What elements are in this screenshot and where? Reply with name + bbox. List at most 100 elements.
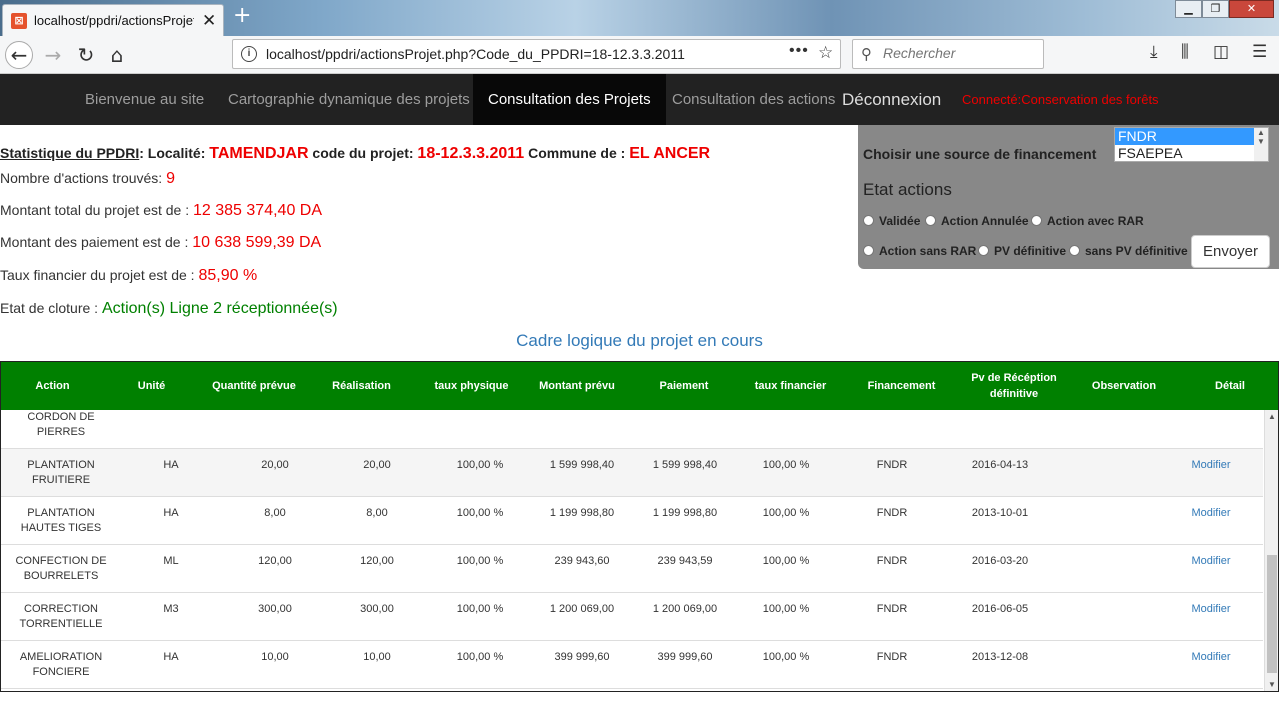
col-header-pv: Pv de Récéption définitive bbox=[971, 372, 1057, 400]
cell-quantite: 10,00 bbox=[261, 651, 289, 663]
cell-pv: 2013-10-01 bbox=[971, 507, 1029, 519]
cell-quantite: 300,00 bbox=[258, 603, 292, 615]
envoyer-button[interactable]: Envoyer bbox=[1191, 235, 1270, 268]
site-navbar: Bienvenue au site Cartographie dynamique… bbox=[0, 74, 1279, 125]
cell-financement: FNDR bbox=[876, 651, 908, 663]
scroll-thumb[interactable] bbox=[1267, 555, 1277, 673]
option-fndr[interactable]: FNDR bbox=[1115, 128, 1268, 145]
download-icon[interactable]: ⤓ bbox=[1150, 42, 1158, 62]
cell-montant: 1 200 069,00 bbox=[549, 603, 615, 615]
page-actions-icon[interactable]: ••• bbox=[789, 42, 809, 60]
cell-taux-physique: 100,00 % bbox=[456, 507, 504, 519]
close-tab-icon[interactable]: ✕ bbox=[202, 11, 216, 31]
maximize-window-icon[interactable]: ❐ bbox=[1202, 0, 1229, 18]
scroll-up-icon[interactable]: ▲ bbox=[1265, 412, 1278, 421]
modifier-link[interactable]: Modifier bbox=[1161, 506, 1261, 521]
cell-realisation: 10,00 bbox=[363, 651, 391, 663]
modifier-link[interactable]: Modifier bbox=[1161, 650, 1261, 665]
url-text[interactable]: localhost/ppdri/actionsProjet.php?Code_d… bbox=[266, 46, 685, 62]
tab-title: localhost/ppdri/actionsProjet.p bbox=[34, 13, 194, 28]
sidebar-icon[interactable]: ◫ bbox=[1213, 42, 1229, 62]
forward-arrow-icon[interactable]: → bbox=[39, 41, 67, 69]
taux-line: Taux financier du projet est de : 85,90 … bbox=[0, 267, 257, 285]
radio-circle-icon[interactable] bbox=[925, 215, 936, 226]
cell-financement: FNDR bbox=[876, 459, 908, 471]
nav-item-bienvenue[interactable]: Bienvenue au site bbox=[85, 74, 204, 125]
logout-link[interactable]: Déconnexion bbox=[842, 74, 941, 125]
stats-title: Statistique du PPDRI bbox=[0, 145, 140, 161]
localite-value: TAMENDJAR bbox=[209, 145, 309, 162]
cell-action: PLANTATION FRUITIERE bbox=[27, 459, 95, 486]
actions-table: Action Unité Quantité prévue Réalisation… bbox=[0, 361, 1279, 692]
radio-annulee[interactable]: Action Annulée bbox=[925, 214, 1029, 228]
radio-validee[interactable]: Validée bbox=[863, 214, 920, 228]
nb-actions-label: Nombre d'actions trouvés: bbox=[0, 170, 163, 186]
nav-item-cartographie[interactable]: Cartographie dynamique des projets bbox=[228, 74, 470, 125]
radio-label: Validée bbox=[879, 214, 921, 228]
scroll-down-icon[interactable]: ▼ bbox=[1265, 680, 1278, 689]
search-input[interactable] bbox=[883, 45, 1033, 61]
radio-sans-rar[interactable]: Action sans RAR bbox=[863, 244, 976, 258]
radio-circle-icon[interactable] bbox=[1031, 215, 1042, 226]
paiement-value: 10 638 599,39 DA bbox=[192, 234, 322, 251]
radio-label: Action Annulée bbox=[941, 214, 1029, 228]
radio-circle-icon[interactable] bbox=[863, 245, 874, 256]
col-header-taux-financier: taux financier bbox=[754, 380, 827, 392]
stats-header: Statistique du PPDRI: Localité: TAMENDJA… bbox=[0, 145, 710, 163]
cell-action: PLANTATION HAUTES TIGES bbox=[20, 507, 102, 534]
cell-quantite: 8,00 bbox=[264, 507, 286, 519]
minimize-window-icon[interactable]: ▁ bbox=[1175, 0, 1202, 18]
cell-taux-physique: 100,00 % bbox=[456, 651, 504, 663]
search-icon: ⚲ bbox=[861, 45, 872, 63]
localite-label: : Localité: bbox=[139, 145, 206, 161]
cell-quantite: 20,00 bbox=[261, 459, 289, 471]
modifier-link[interactable]: Modifier bbox=[1161, 458, 1261, 473]
radio-label: PV définitive bbox=[994, 244, 1067, 258]
radio-circle-icon[interactable] bbox=[1069, 245, 1080, 256]
col-header-unite: Unité bbox=[137, 380, 166, 392]
bookmark-star-icon[interactable]: ☆ bbox=[818, 43, 833, 63]
new-tab-icon[interactable]: + bbox=[233, 3, 251, 28]
home-icon[interactable]: ⌂ bbox=[103, 41, 131, 69]
col-header-quantite: Quantité prévue bbox=[212, 380, 296, 392]
site-info-icon[interactable]: i bbox=[241, 46, 257, 62]
radio-label: sans PV définitive bbox=[1085, 244, 1188, 258]
col-header-financement: Financement bbox=[867, 380, 936, 392]
filter-panel: Choisir une source de financement FNDR F… bbox=[858, 125, 1279, 269]
cell-montant: 399 999,60 bbox=[554, 651, 610, 663]
close-window-icon[interactable]: ✕ bbox=[1229, 0, 1274, 18]
cell-pv: 2016-04-13 bbox=[971, 459, 1029, 471]
reload-icon[interactable]: ↻ bbox=[72, 41, 100, 69]
nav-item-consultation-projets[interactable]: Consultation des Projets bbox=[473, 74, 666, 125]
url-bar[interactable]: i localhost/ppdri/actionsProjet.php?Code… bbox=[232, 39, 841, 69]
browser-toolbar: ← → ↻ ⌂ i localhost/ppdri/actionsProjet.… bbox=[0, 36, 1279, 74]
cell-action: CONFECTION DE BOURRELETS bbox=[15, 555, 107, 582]
commune-value: EL ANCER bbox=[629, 145, 711, 162]
menu-icon[interactable]: ☰ bbox=[1252, 42, 1267, 62]
radio-avec-rar[interactable]: Action avec RAR bbox=[1031, 214, 1144, 228]
cell-action: CORRECTION TORRENTIELLE bbox=[19, 603, 103, 630]
radio-pv-definitive[interactable]: PV définitive bbox=[978, 244, 1066, 258]
modifier-link[interactable]: Modifier bbox=[1161, 554, 1261, 569]
cell-unite: ML bbox=[163, 555, 179, 567]
table-scrollbar[interactable]: ▲ ▼ bbox=[1264, 410, 1278, 691]
col-header-paiement: Paiement bbox=[659, 380, 709, 392]
radio-circle-icon[interactable] bbox=[863, 215, 874, 226]
library-icon[interactable]: ⫼ bbox=[1181, 42, 1189, 62]
cell-taux-financier: 100,00 % bbox=[762, 603, 810, 615]
cell-taux-financier: 100,00 % bbox=[762, 459, 810, 471]
etat-value: Action(s) Ligne 2 réceptionnée(s) bbox=[101, 300, 338, 317]
search-bar[interactable]: ⚲ bbox=[852, 39, 1044, 69]
col-header-realisation: Réalisation bbox=[332, 380, 391, 392]
option-fsaepea[interactable]: FSAEPEA bbox=[1115, 145, 1268, 161]
radio-sans-pv[interactable]: sans PV définitive bbox=[1069, 244, 1188, 258]
etat-label: Etat de cloture : bbox=[0, 300, 99, 316]
financement-select[interactable]: FNDR FSAEPEA ▲ ▼ bbox=[1114, 127, 1269, 162]
browser-tab[interactable]: ⊠ localhost/ppdri/actionsProjet.p ✕ bbox=[2, 4, 224, 36]
select-scrollbar[interactable]: ▲ ▼ bbox=[1254, 128, 1268, 161]
radio-circle-icon[interactable] bbox=[978, 245, 989, 256]
modifier-link[interactable]: Modifier bbox=[1161, 602, 1261, 617]
nav-item-consultation-actions[interactable]: Consultation des actions bbox=[672, 74, 835, 125]
back-arrow-icon[interactable]: ← bbox=[5, 41, 33, 69]
montant-label: Montant total du projet est de : bbox=[0, 202, 190, 218]
